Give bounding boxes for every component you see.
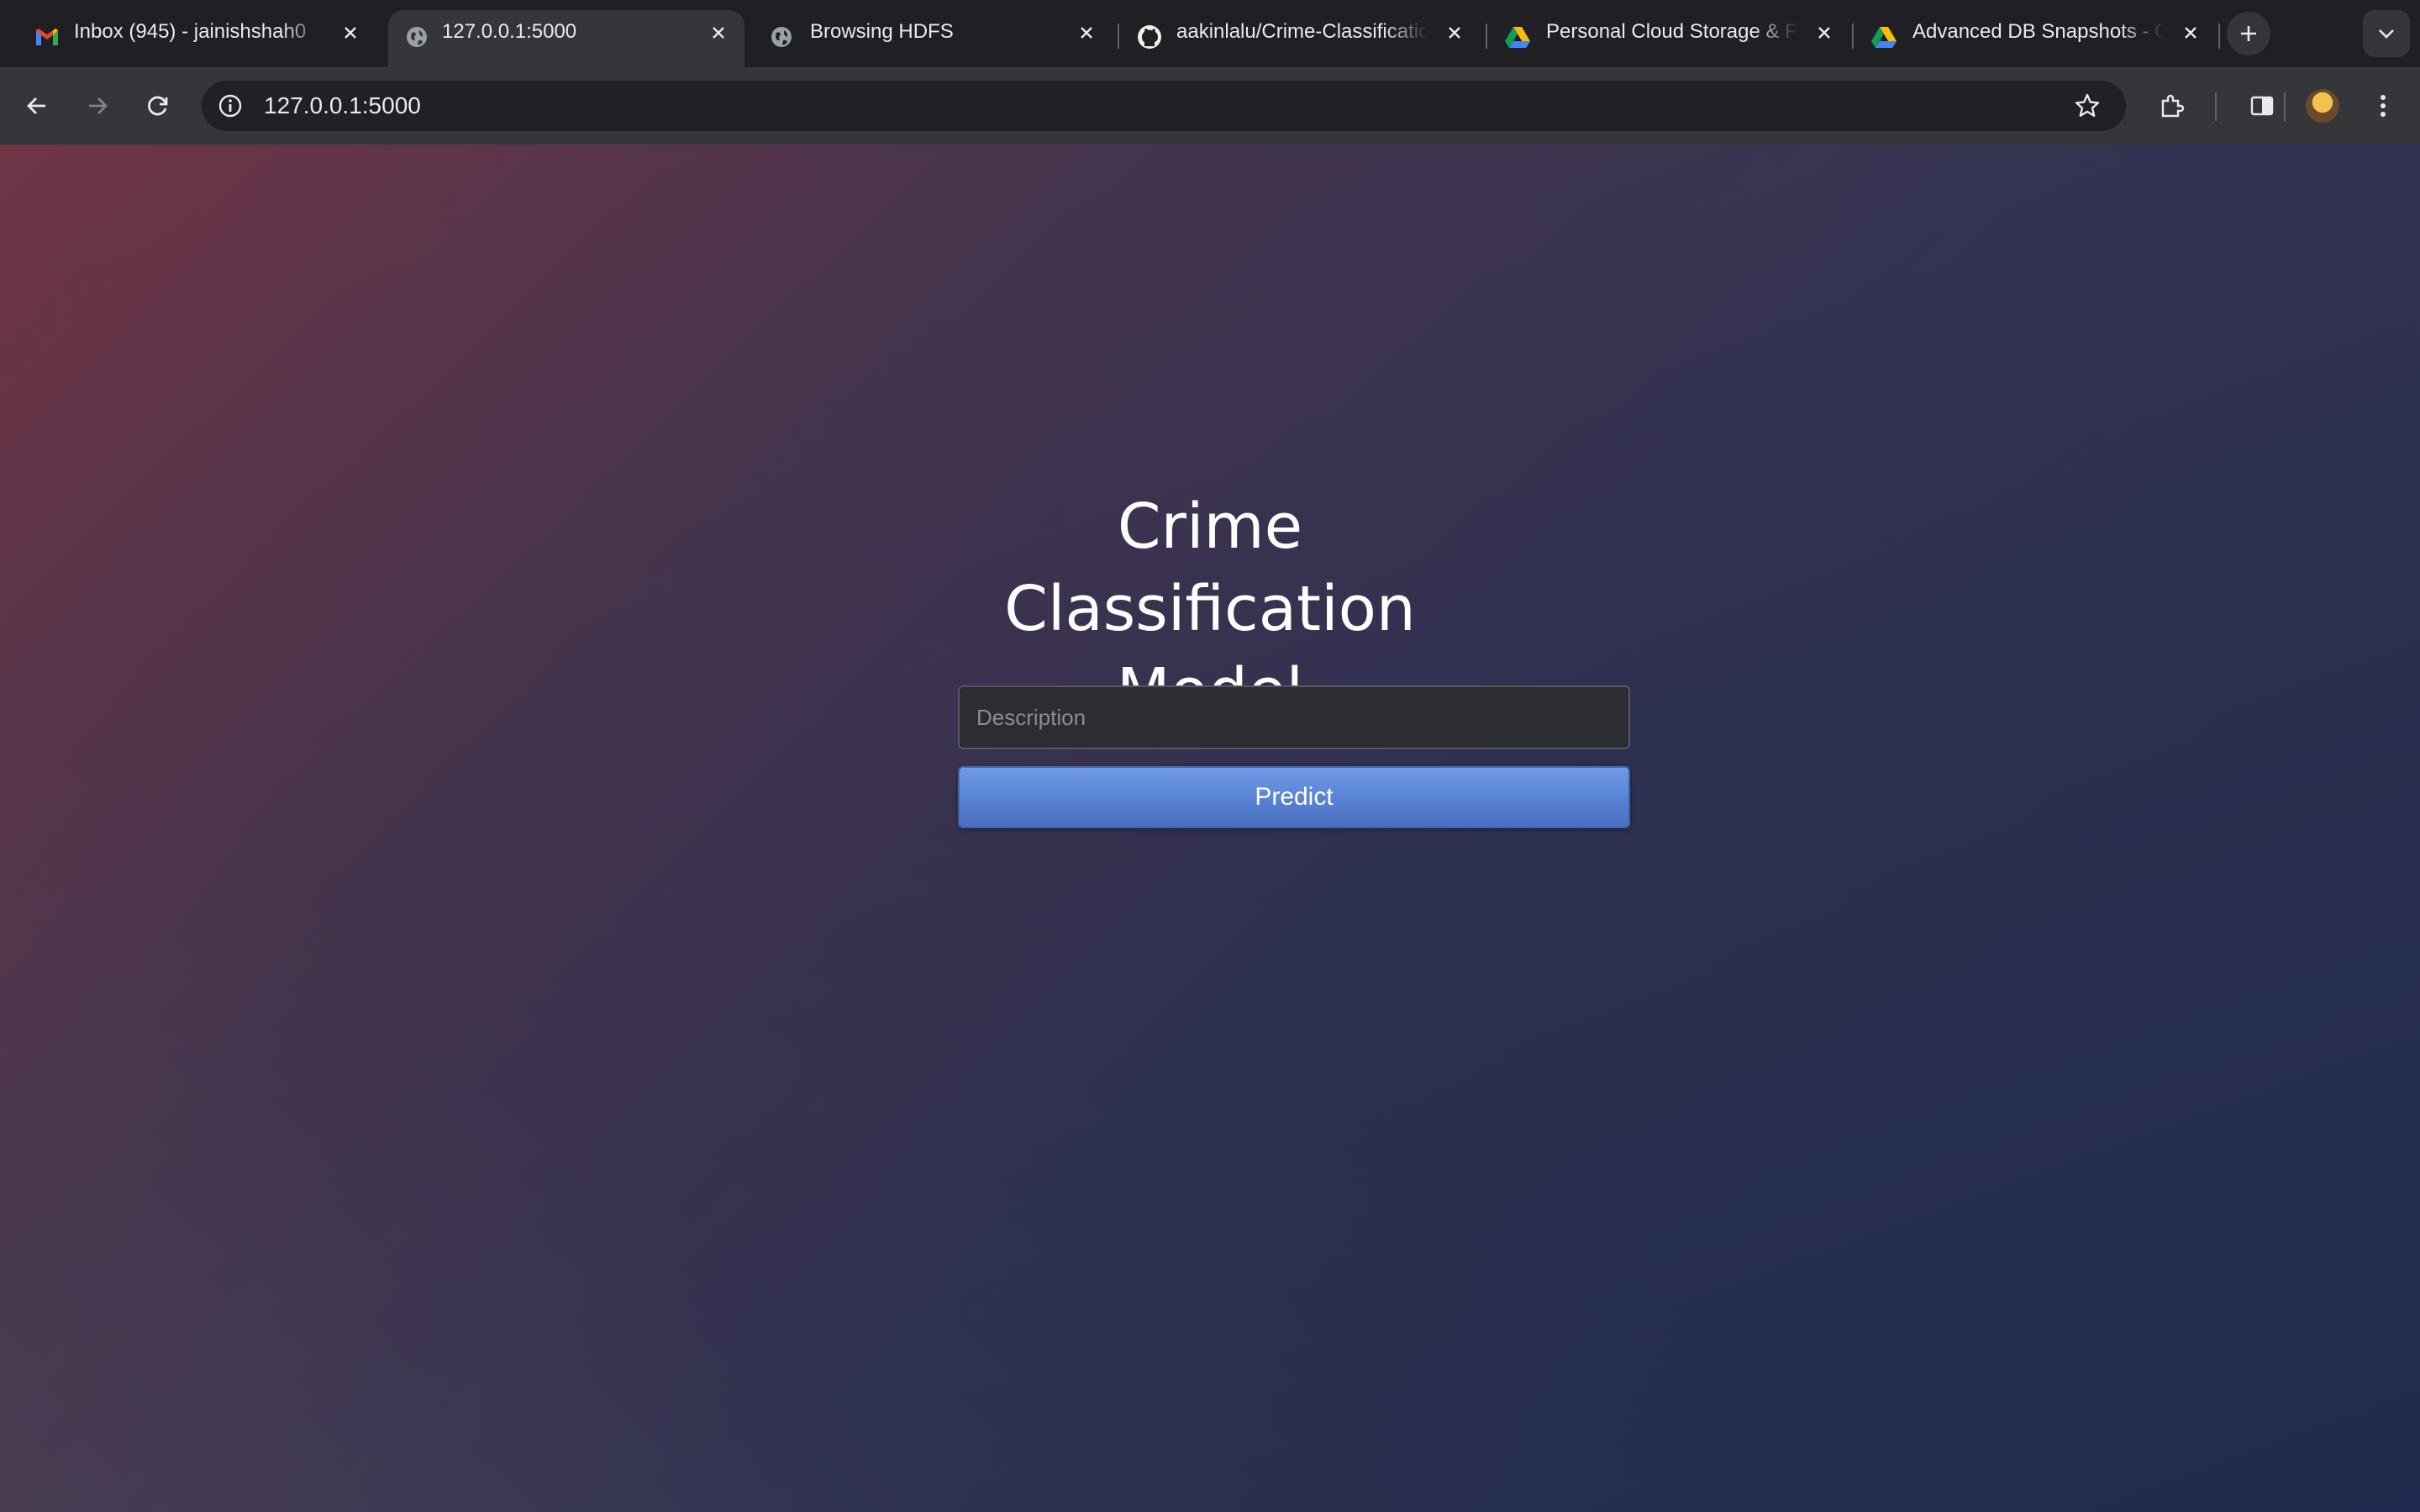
arrow-left-icon — [27, 97, 45, 114]
globe-icon — [768, 24, 795, 50]
close-icon[interactable] — [1812, 20, 1837, 45]
forward-button[interactable] — [77, 86, 118, 126]
tab-title: aakinlalu/Crime-Classification — [1176, 20, 1428, 43]
description-input[interactable] — [958, 685, 1630, 749]
plus-icon — [2241, 26, 2256, 41]
kebab-menu-icon — [2381, 95, 2386, 117]
site-info-icon[interactable] — [215, 91, 245, 121]
page-viewport — [0, 144, 2420, 1512]
predict-button[interactable]: Predict — [958, 766, 1630, 828]
side-panel-button[interactable] — [2242, 86, 2282, 126]
close-icon[interactable] — [2178, 20, 2203, 45]
tab-title: 127.0.0.1:5000 — [442, 20, 577, 43]
tab-title: Personal Cloud Storage & File — [1546, 20, 1798, 43]
arrow-right-icon — [89, 97, 108, 114]
reload-icon — [148, 96, 168, 116]
tab-localhost[interactable]: 127.0.0.1:5000 — [388, 10, 744, 67]
tab-strip: Inbox (945) - jainishshah0 127.0.0.1:500… — [0, 0, 2420, 67]
close-icon[interactable] — [1074, 20, 1099, 45]
globe-icon — [403, 24, 430, 50]
side-panel-icon — [2250, 96, 2274, 116]
toolbar-separator — [2215, 92, 2217, 121]
bookmark-star-icon[interactable] — [2072, 91, 2102, 121]
tab-gmail[interactable]: Inbox (945) - jainishshah0 — [0, 10, 383, 67]
tab-search-button[interactable] — [2363, 10, 2410, 57]
puzzle-icon — [2161, 94, 2185, 118]
close-icon[interactable] — [1442, 20, 1467, 45]
page-title-line-1: Crime Classification — [1004, 491, 1416, 645]
tab-google-drive-2[interactable]: Advanced DB Snapshots - Go — [1855, 10, 2218, 67]
tab-title: Advanced DB Snapshots - Go — [1912, 20, 2165, 43]
new-tab-button[interactable] — [2227, 12, 2270, 55]
extensions-button[interactable] — [2151, 86, 2191, 126]
address-bar[interactable]: 127.0.0.1:5000 — [202, 81, 2126, 131]
predict-button-label: Predict — [1255, 783, 1334, 811]
back-button[interactable] — [17, 86, 57, 126]
tab-separator — [1852, 24, 1854, 49]
gmail-icon — [34, 24, 60, 50]
profile-avatar[interactable] — [2306, 89, 2339, 123]
google-drive-icon — [1504, 24, 1531, 50]
menu-button[interactable] — [2363, 86, 2403, 126]
close-icon[interactable] — [706, 20, 731, 45]
tab-title: Browsing HDFS — [810, 20, 954, 43]
toolbar-separator — [2284, 92, 2286, 121]
url-text[interactable]: 127.0.0.1:5000 — [264, 81, 421, 131]
tab-separator — [1118, 24, 1119, 49]
google-drive-icon — [1870, 24, 1897, 50]
reload-button[interactable] — [138, 86, 178, 126]
tab-separator — [2218, 24, 2220, 49]
chevron-down-icon — [2379, 29, 2394, 39]
tab-title: Inbox (945) - jainishshah0 — [74, 20, 307, 43]
tab-separator — [1486, 24, 1487, 49]
github-icon — [1136, 24, 1163, 50]
tab-hdfs[interactable]: Browsing HDFS — [748, 10, 1116, 67]
tab-github[interactable]: aakinlalu/Crime-Classification — [1121, 10, 1484, 67]
tab-google-drive[interactable]: Personal Cloud Storage & File — [1489, 10, 1854, 67]
close-icon[interactable] — [338, 20, 363, 45]
